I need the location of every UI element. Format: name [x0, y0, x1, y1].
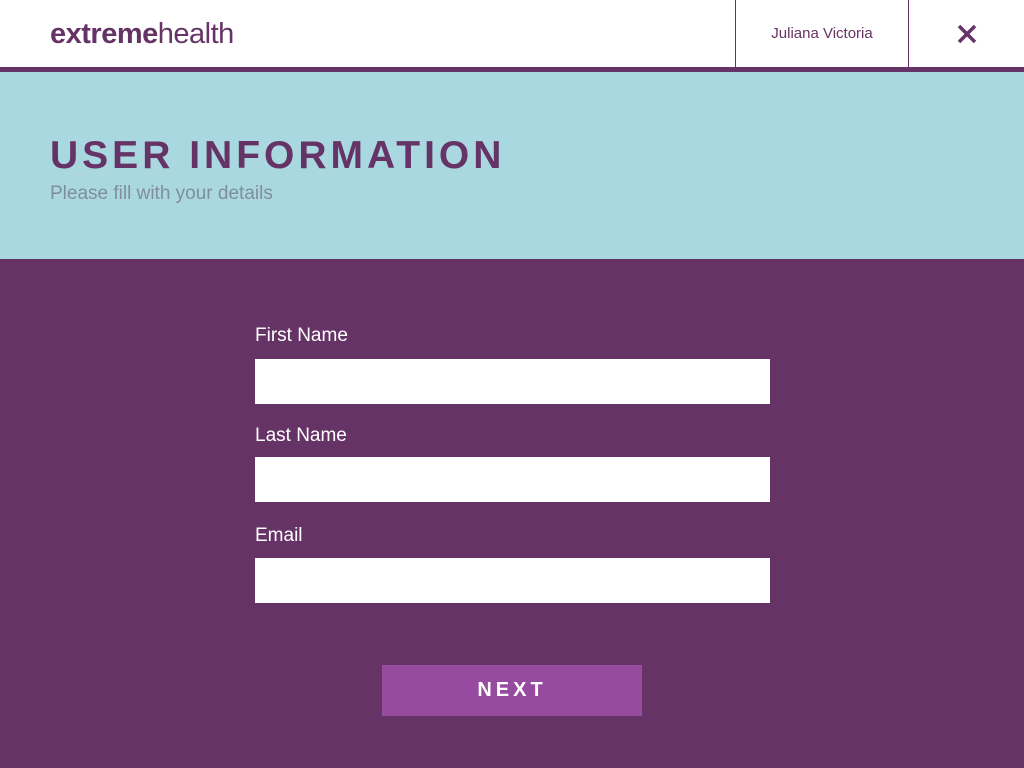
page-title: USER INFORMATION — [50, 134, 506, 177]
user-name-button[interactable]: Juliana Victoria — [735, 0, 909, 67]
first-name-label: First Name — [255, 325, 348, 346]
first-name-input[interactable] — [255, 359, 770, 404]
close-button[interactable] — [909, 0, 1024, 67]
page-subtitle: Please fill with your details — [50, 183, 273, 204]
page: extremehealth Juliana Victoria USER INFO… — [0, 0, 1024, 768]
email-label: Email — [255, 525, 303, 546]
last-name-input[interactable] — [255, 457, 770, 502]
last-name-label: Last Name — [255, 425, 347, 446]
page-banner: USER INFORMATION Please fill with your d… — [0, 72, 1024, 259]
logo-light-text: health — [157, 18, 235, 50]
close-icon — [957, 24, 976, 43]
user-name: Juliana Victoria — [771, 25, 873, 42]
email-input[interactable] — [255, 558, 770, 603]
brand-logo[interactable]: extremehealth — [50, 16, 234, 52]
top-header: extremehealth Juliana Victoria — [0, 0, 1024, 67]
next-button[interactable]: NEXT — [382, 665, 642, 716]
user-info-form: First Name Last Name Email NEXT — [0, 259, 1024, 768]
logo-bold-text: extreme — [50, 18, 158, 50]
